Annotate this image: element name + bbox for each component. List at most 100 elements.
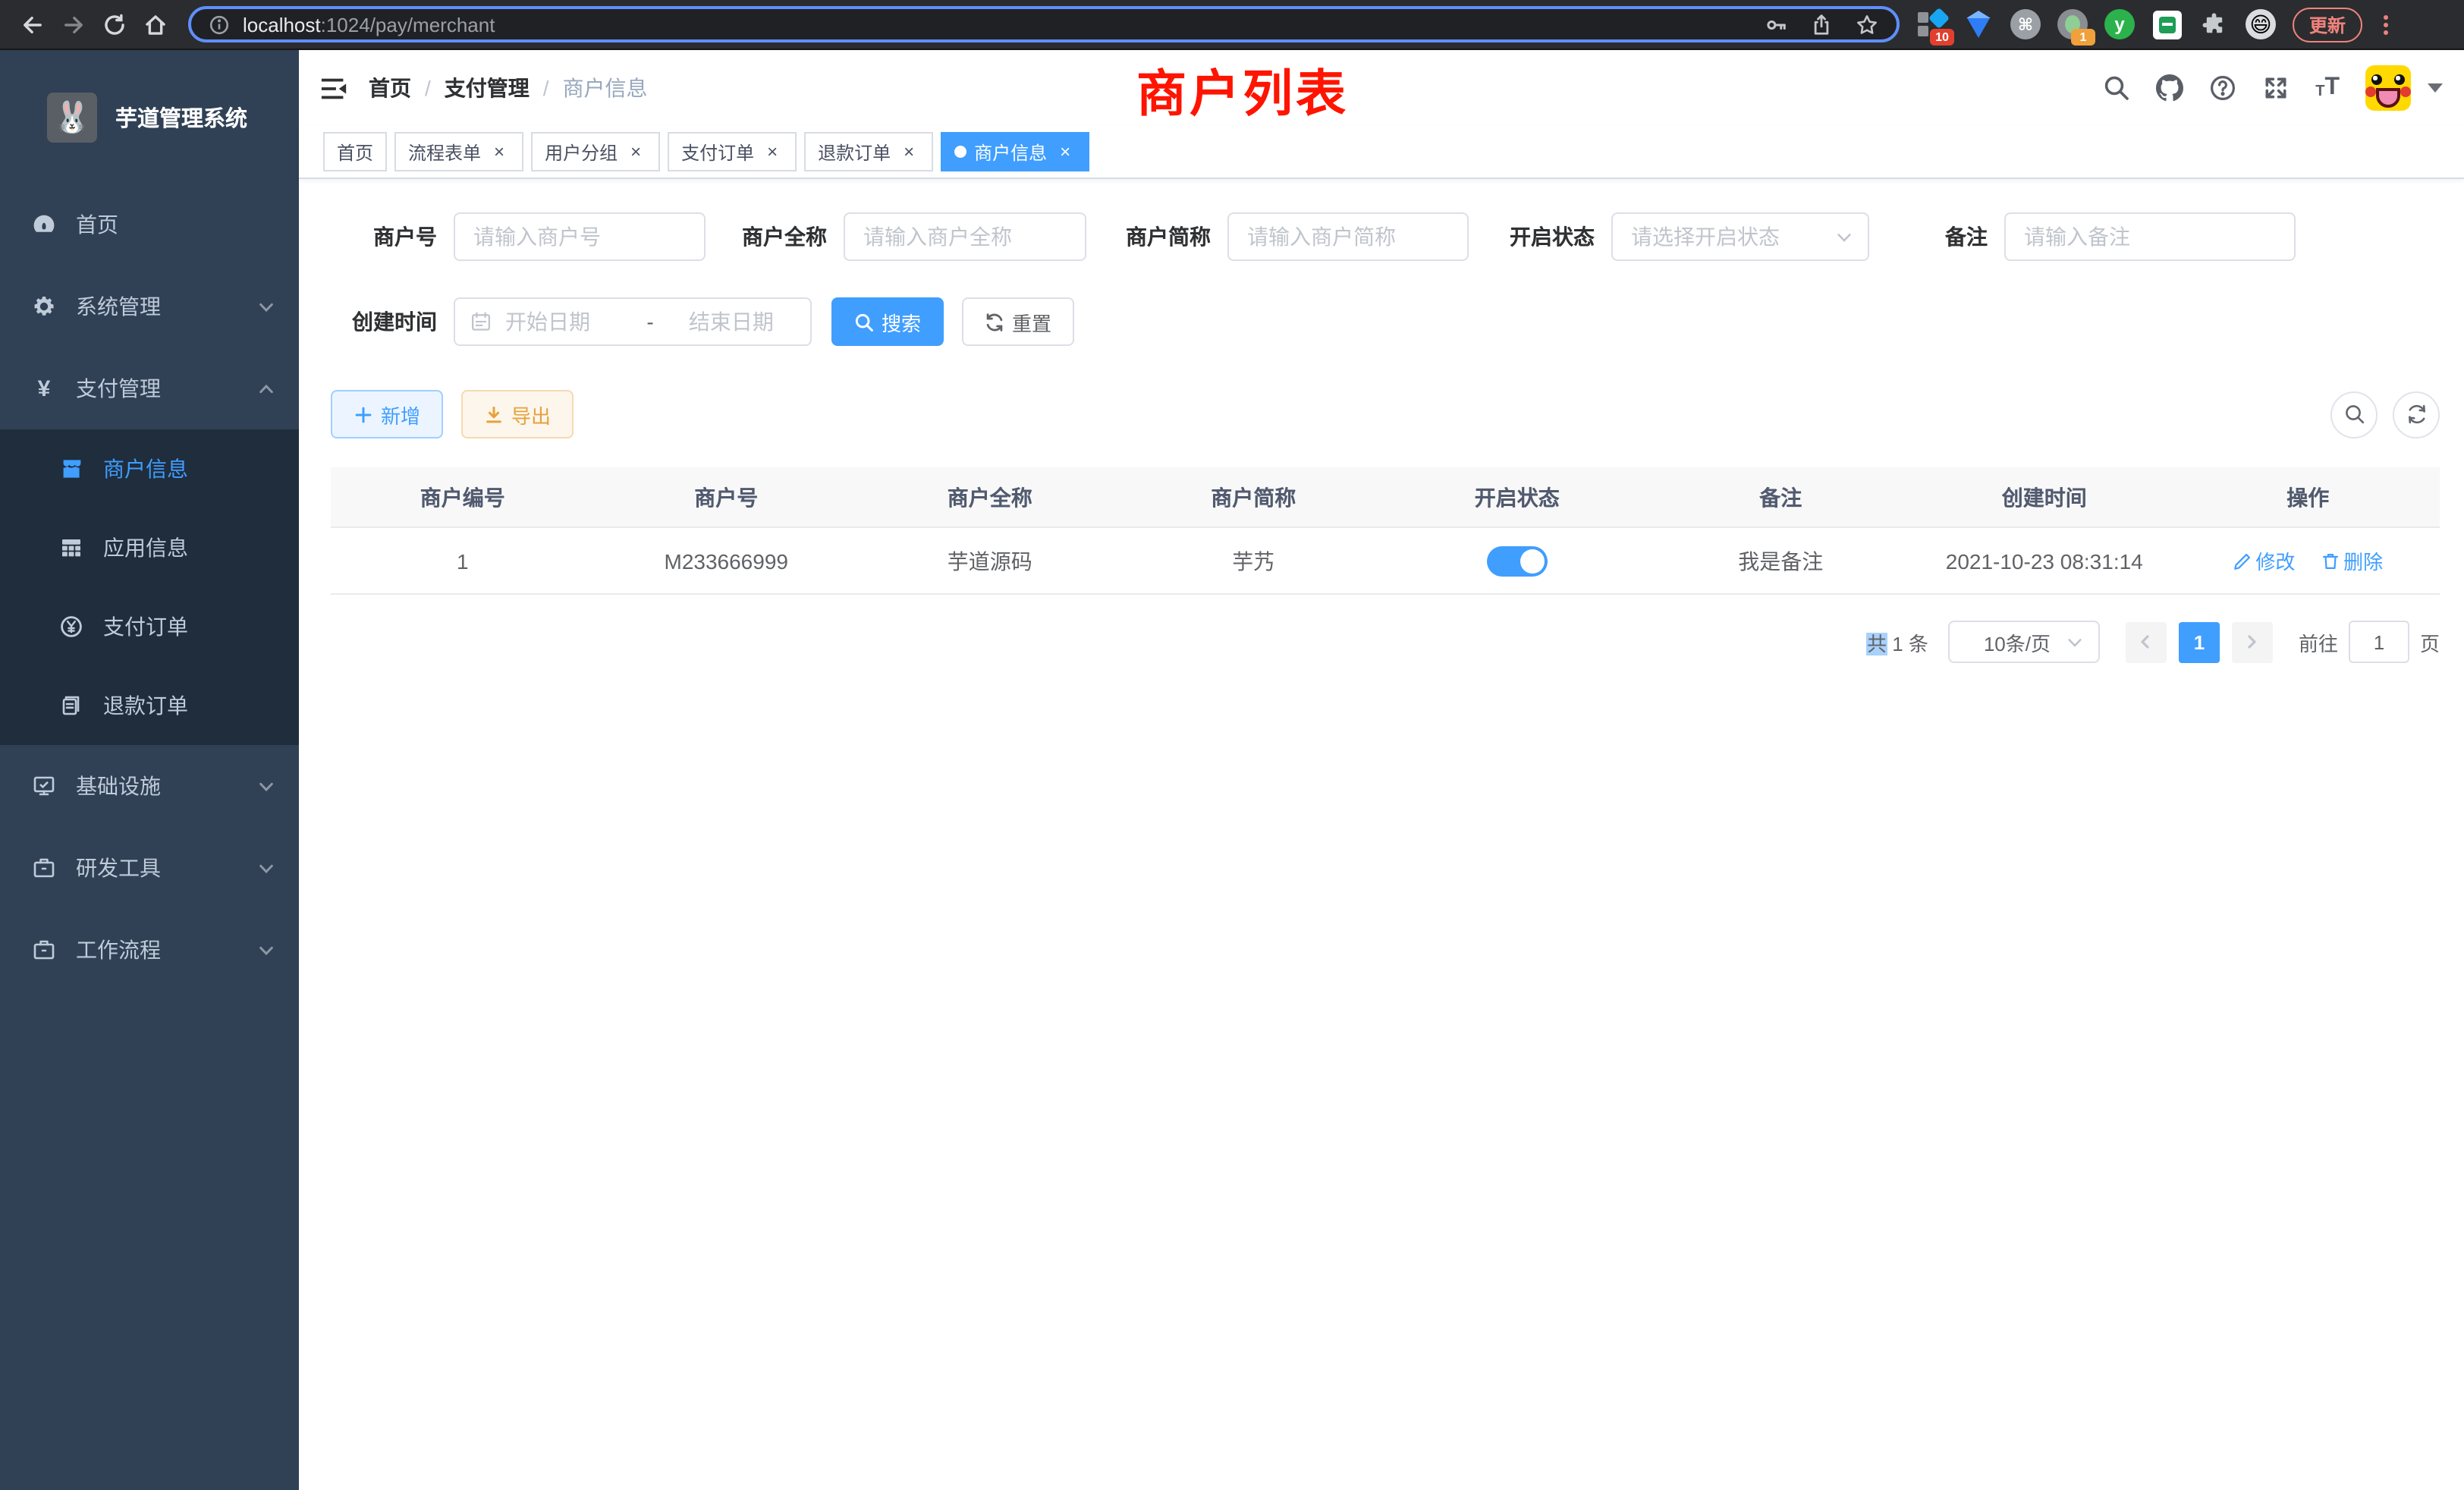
toggle-search-icon[interactable] xyxy=(2330,391,2378,438)
chevron-down-icon xyxy=(2066,633,2083,650)
page-size-select[interactable]: 10条/页 xyxy=(1948,621,2100,663)
merchant-no-input[interactable] xyxy=(454,212,706,261)
short-name-label: 商户简称 xyxy=(1126,222,1211,252)
tab-home[interactable]: 首页 xyxy=(323,132,387,171)
password-key-icon[interactable] xyxy=(1765,13,1787,36)
tab-label: 流程表单 xyxy=(408,139,481,165)
browser-menu-kebab-icon[interactable] xyxy=(2374,14,2396,34)
extensions-puzzle-icon[interactable] xyxy=(2197,8,2230,41)
date-end-placeholder: 结束日期 xyxy=(668,306,795,337)
back-icon[interactable] xyxy=(12,4,53,45)
status-select[interactable]: 请选择开启状态 xyxy=(1611,212,1869,261)
next-page-button[interactable] xyxy=(2232,621,2273,662)
cell-status xyxy=(1385,527,1649,594)
tab-close-icon[interactable]: × xyxy=(762,141,783,162)
tab-pay-order[interactable]: 支付订单 × xyxy=(668,132,797,171)
extension-recorder-icon[interactable]: 1 xyxy=(2056,8,2089,41)
tab-close-icon[interactable]: × xyxy=(625,141,646,162)
date-range-picker[interactable]: 开始日期 - 结束日期 xyxy=(454,297,812,346)
reset-button[interactable]: 重置 xyxy=(962,297,1074,346)
yen-icon: ¥ xyxy=(32,376,56,401)
forward-icon[interactable] xyxy=(53,4,94,45)
goto-page-input[interactable] xyxy=(2349,621,2409,663)
sidebar-item-refund-order[interactable]: 退款订单 xyxy=(0,666,299,745)
tab-close-icon[interactable]: × xyxy=(1054,141,1076,162)
date-separator: - xyxy=(646,310,653,334)
breadcrumb-separator: / xyxy=(425,76,431,100)
page-number-1[interactable]: 1 xyxy=(2179,621,2220,662)
url-text: localhost:1024/pay/merchant xyxy=(243,13,1742,36)
extension-badge: 1 xyxy=(2071,29,2095,46)
tab-merchant-info[interactable]: 商户信息× xyxy=(941,132,1089,171)
reload-icon[interactable] xyxy=(94,4,135,45)
refresh-icon[interactable] xyxy=(2393,391,2440,438)
browser-profile-avatar[interactable]: 😄 xyxy=(2244,8,2277,41)
tab-label: 支付订单 xyxy=(681,139,754,165)
breadcrumb-item[interactable]: 首页 xyxy=(369,73,411,103)
sidebar-item-infrastructure[interactable]: 基础设施 xyxy=(0,745,299,827)
extension-chat-icon[interactable] xyxy=(2150,8,2183,41)
export-button-label: 导出 xyxy=(511,400,551,429)
breadcrumb-item[interactable]: 支付管理 xyxy=(445,73,530,103)
sidebar-item-merchant-info[interactable]: 商户信息 xyxy=(0,429,299,508)
page-size-value: 10条/页 xyxy=(1968,627,2066,656)
logo-avatar: 🐰 xyxy=(47,92,97,142)
export-button[interactable]: 导出 xyxy=(461,390,574,439)
extension-gem-icon[interactable] xyxy=(1962,8,1995,41)
pagination-total: 共 1 条 xyxy=(1867,627,1928,656)
extension-grid-icon[interactable]: 10 xyxy=(1915,8,1948,41)
page-annotation-title: 商户列表 xyxy=(1136,53,1349,126)
help-icon[interactable] xyxy=(2209,74,2236,102)
search-button[interactable]: 搜索 xyxy=(831,297,944,346)
bookmark-star-icon[interactable] xyxy=(1856,13,1878,36)
tab-process-form[interactable]: 流程表单 × xyxy=(394,132,523,171)
sidebar-item-home[interactable]: 首页 xyxy=(0,184,299,266)
tab-user-group[interactable]: 用户分组× xyxy=(531,132,660,171)
remark-input[interactable] xyxy=(2004,212,2296,261)
short-name-input[interactable] xyxy=(1227,212,1469,261)
sidebar-item-dev-tools[interactable]: 研发工具 xyxy=(0,827,299,909)
github-icon[interactable] xyxy=(2156,74,2183,102)
sidebar-item-label: 系统管理 xyxy=(76,291,258,322)
url-bar[interactable]: localhost:1024/pay/merchant xyxy=(188,6,1900,42)
table-row: 1 M233666999 芋道源码 芋艿 我是备注 2021-10-23 08:… xyxy=(331,527,2440,594)
sidebar-item-app-info[interactable]: 应用信息 xyxy=(0,508,299,587)
sidebar-item-system[interactable]: 系统管理 xyxy=(0,266,299,347)
gear-icon xyxy=(32,294,56,319)
sidebar-item-pay-order[interactable]: 支付订单 xyxy=(0,587,299,666)
col-remark: 备注 xyxy=(1649,467,1913,527)
sidebar-item-payment[interactable]: ¥ 支付管理 xyxy=(0,347,299,429)
status-toggle[interactable] xyxy=(1487,545,1548,576)
extension-y-icon[interactable]: y xyxy=(2103,8,2136,41)
full-name-label: 商户全称 xyxy=(742,222,827,252)
chevron-down-icon xyxy=(258,941,275,958)
briefcase-icon xyxy=(32,938,56,962)
full-name-input[interactable] xyxy=(844,212,1086,261)
pagination: 共 1 条 10条/页 1 前往 页 xyxy=(331,621,2440,663)
add-button[interactable]: 新增 xyxy=(331,390,443,439)
browser-update-button[interactable]: 更新 xyxy=(2293,7,2362,42)
extension-command-icon[interactable]: ⌘ xyxy=(2009,8,2042,41)
document-icon xyxy=(59,693,83,718)
prev-page-button[interactable] xyxy=(2126,621,2167,662)
home-icon[interactable] xyxy=(135,4,176,45)
col-short-name: 商户简称 xyxy=(1122,467,1386,527)
tab-close-icon[interactable]: × xyxy=(489,141,510,162)
sidebar-fold-icon[interactable] xyxy=(299,50,369,126)
cell-short-name: 芋艿 xyxy=(1122,527,1386,594)
delete-link[interactable]: 删除 xyxy=(2321,546,2383,575)
font-size-icon[interactable]: TT xyxy=(2315,76,2340,100)
tab-close-icon[interactable]: × xyxy=(898,141,919,162)
site-info-icon[interactable] xyxy=(209,14,229,34)
status-label: 开启状态 xyxy=(1510,222,1595,252)
fullscreen-icon[interactable] xyxy=(2262,74,2290,102)
extension-badge: 10 xyxy=(1930,29,1954,46)
edit-link[interactable]: 修改 xyxy=(2233,546,2295,575)
search-icon[interactable] xyxy=(2103,74,2130,102)
sidebar-item-workflow[interactable]: 工作流程 xyxy=(0,909,299,991)
user-menu-caret-icon[interactable] xyxy=(2428,83,2443,93)
share-icon[interactable] xyxy=(1810,13,1833,36)
content: 商户号 商户全称 商户简称 开启状态 请选择开启状态 备注 创 xyxy=(299,179,2464,1490)
user-avatar[interactable] xyxy=(2365,65,2411,111)
tab-refund-order[interactable]: 退款订单× xyxy=(804,132,933,171)
